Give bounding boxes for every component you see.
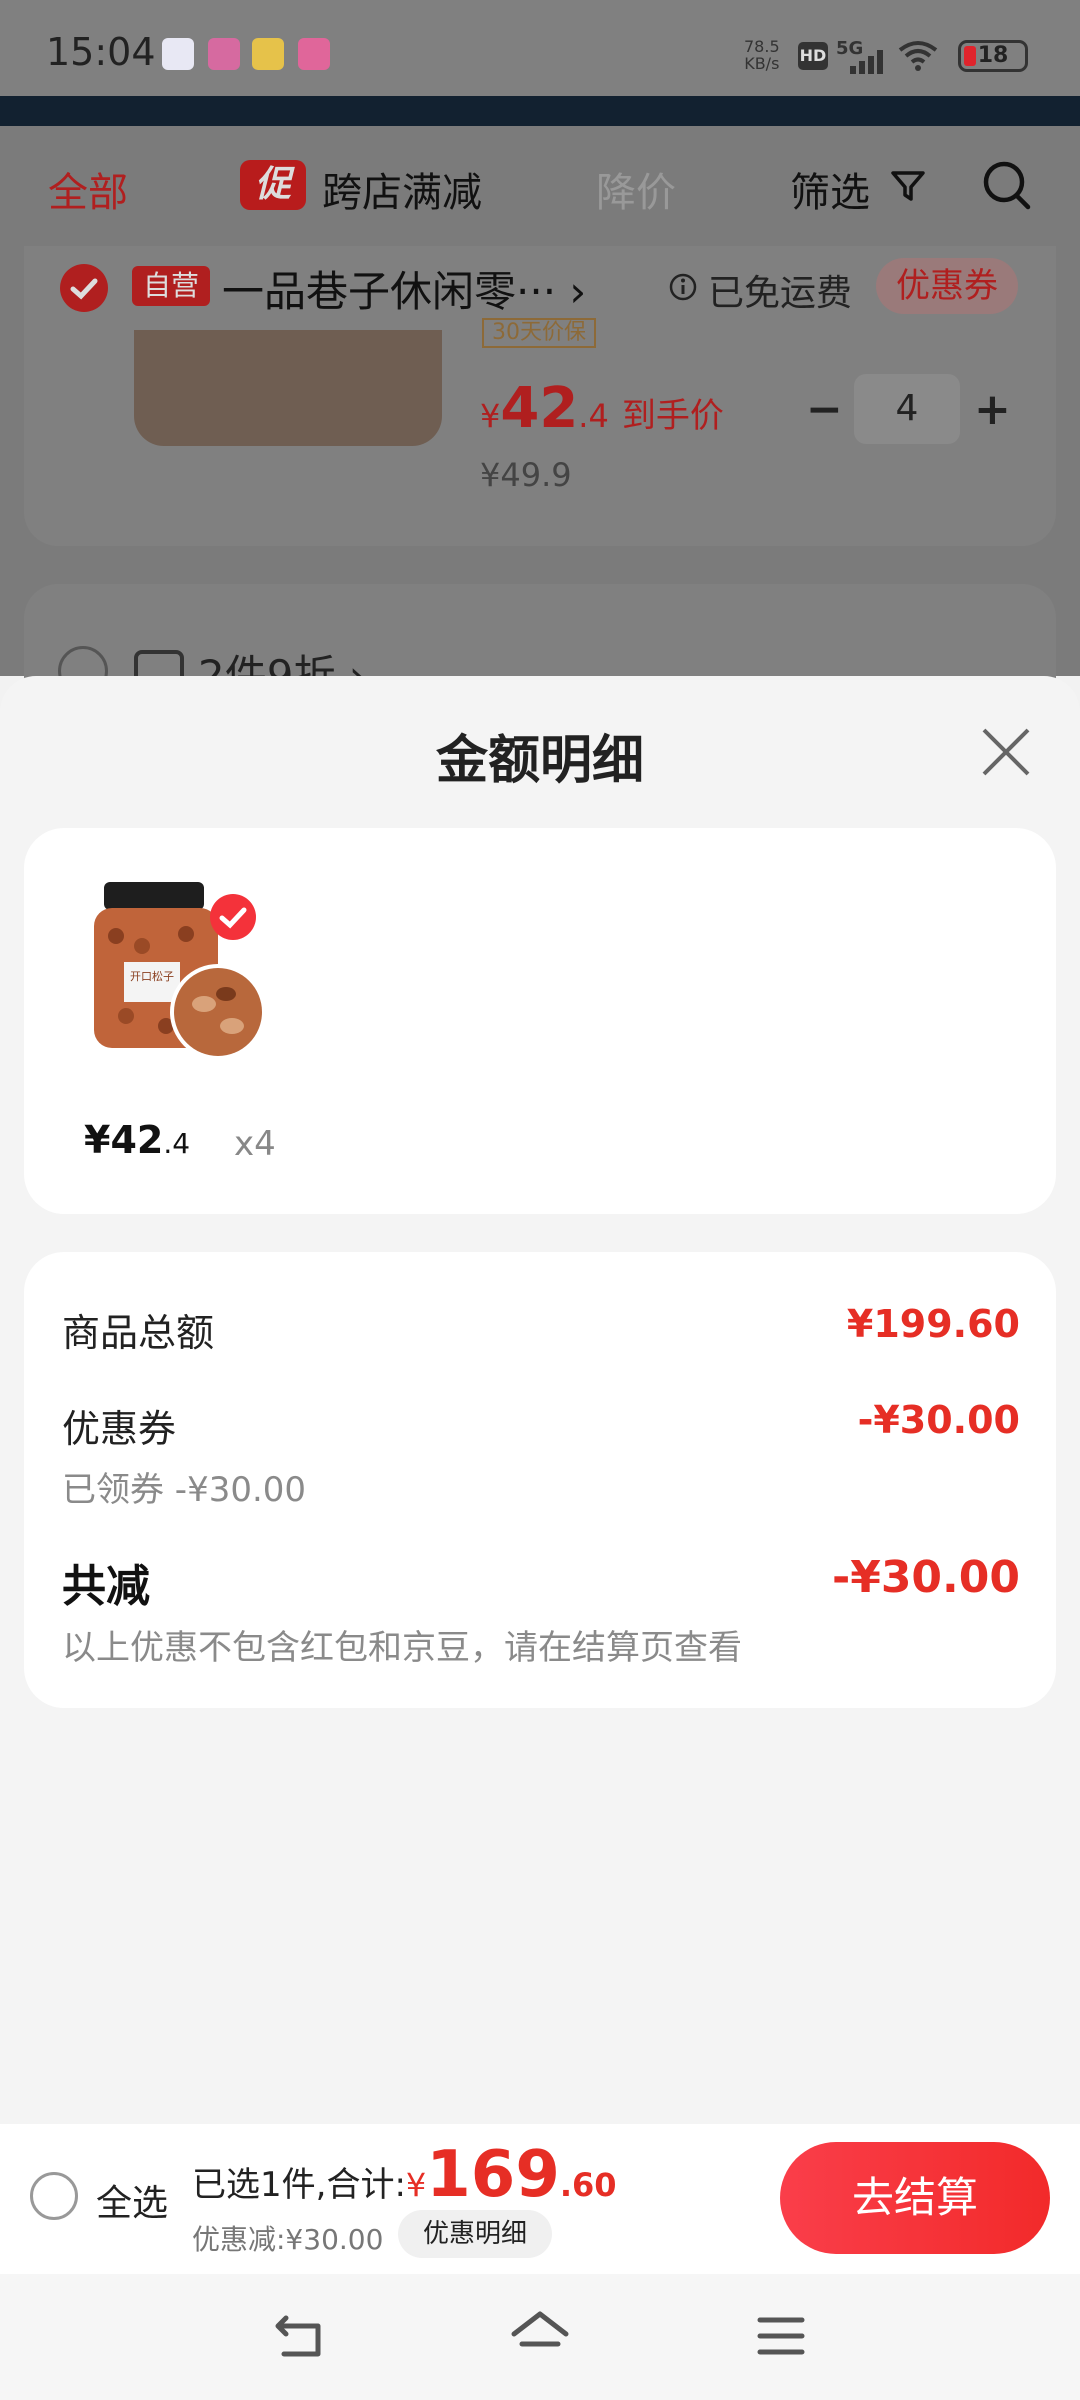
select-all-label[interactable]: 全选: [96, 2174, 168, 2226]
selected-check-icon: [210, 894, 256, 940]
wifi-icon: [898, 41, 938, 71]
filter-icon[interactable]: [890, 168, 926, 204]
promo-badge: 促: [240, 160, 306, 210]
app-notification-icon: [298, 38, 330, 70]
tab-all[interactable]: 全部: [48, 160, 128, 218]
app-notification-icon: [162, 38, 194, 70]
info-icon: [669, 273, 697, 301]
battery-level: 18: [977, 43, 1009, 68]
tab-cross-store[interactable]: 跨店满减: [322, 160, 482, 218]
discount-text: 优惠减:¥30.00: [192, 2223, 384, 2256]
total-reduce-value: -¥30.00: [831, 1552, 1020, 1603]
coupon-sub: 已领券 -¥30.00: [62, 1470, 307, 1510]
self-operated-badge: 自营: [132, 266, 210, 306]
goods-total-value: ¥199.60: [846, 1302, 1020, 1346]
header-strip: [0, 96, 1080, 126]
product-thumbnail[interactable]: [134, 330, 442, 446]
close-icon[interactable]: [980, 726, 1032, 778]
qty-input[interactable]: 4: [854, 374, 960, 444]
coupon-label: 优惠券: [62, 1407, 177, 1451]
sheet-title: 金额明细: [435, 731, 644, 791]
coupon-value: -¥30.00: [857, 1398, 1020, 1442]
app-notification-icon: [208, 38, 240, 70]
bg-item-price: ¥42.4 到手价: [480, 376, 724, 441]
product-image-label: 开口松子: [130, 969, 174, 983]
app-notification-icon: [252, 38, 284, 70]
total-summary: 已选1件,合计:¥169.60: [192, 2138, 617, 2212]
original-price: ¥49.9: [480, 456, 572, 494]
net-speed: 78.5 KB/s: [744, 38, 780, 72]
filter-button[interactable]: 筛选: [790, 160, 870, 218]
menu-icon[interactable]: [756, 2314, 806, 2358]
net-speed-value: 78.5: [744, 37, 780, 56]
goods-total-label: 商品总额: [62, 1311, 215, 1355]
summary-note: 以上优惠不包含红包和京豆，请在结算页查看: [62, 1628, 742, 1668]
free-shipping: 已免运费: [708, 273, 853, 314]
hd-icon: HD: [798, 42, 828, 70]
tab-price-drop[interactable]: 降价: [596, 160, 676, 218]
status-time: 15:04: [46, 30, 156, 74]
discount-detail-button[interactable]: 优惠明细: [398, 2210, 552, 2258]
checked-icon[interactable]: [58, 262, 110, 314]
signal-icon: [850, 50, 883, 74]
price-protect-badge: 30天价保: [482, 318, 596, 348]
total-reduce-label: 共减: [62, 1561, 150, 1612]
checkout-button[interactable]: 去结算: [780, 2142, 1050, 2254]
back-icon[interactable]: [272, 2312, 326, 2362]
qty-plus-button[interactable]: +: [974, 384, 1011, 435]
home-icon[interactable]: [510, 2308, 570, 2364]
battery-icon: 18: [958, 40, 1028, 72]
item-quantity: x4: [234, 1124, 276, 1164]
select-all-checkbox[interactable]: [30, 2172, 78, 2220]
qty-minus-button[interactable]: −: [806, 384, 843, 435]
search-icon[interactable]: [980, 158, 1034, 212]
item-unit-price: ¥42.4: [84, 1118, 191, 1162]
shop-name[interactable]: 一品巷子休闲零··· ›: [222, 258, 586, 319]
coupon-tag[interactable]: 优惠券: [876, 258, 1018, 314]
net-speed-unit: KB/s: [744, 54, 780, 73]
